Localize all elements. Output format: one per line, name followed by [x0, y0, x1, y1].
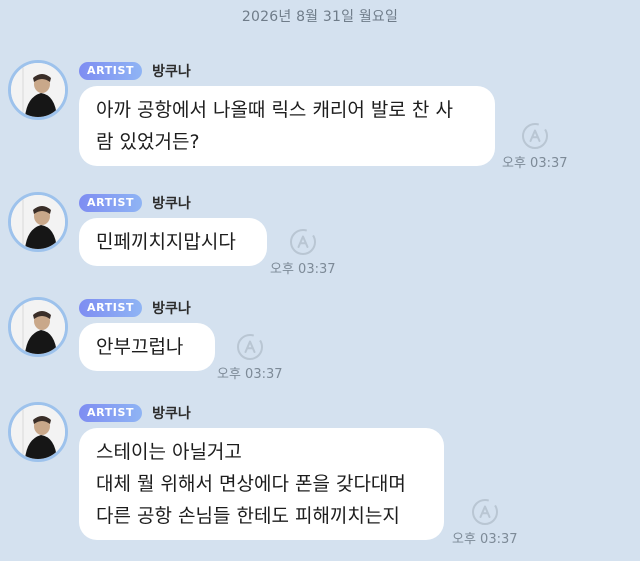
sender-name[interactable]: 방쿠나 [152, 193, 191, 213]
translate-icon[interactable] [521, 122, 549, 150]
translate-icon[interactable] [289, 228, 317, 256]
message-group: ARTIST 방쿠나 민페끼치지맙시다 오후 03:37 [8, 192, 632, 282]
translate-icon[interactable] [236, 333, 264, 361]
message-line: 안부끄럽나 [96, 336, 184, 358]
timestamp: 오후 03:37 [270, 262, 336, 277]
sender-row: ARTIST 방쿠나 [79, 404, 191, 422]
message-meta: 오후 03:37 [502, 122, 568, 171]
artist-badge: ARTIST [79, 62, 143, 80]
message-bubble[interactable]: 안부끄럽나 [79, 323, 215, 371]
sender-row: ARTIST 방쿠나 [79, 62, 191, 80]
sender-name[interactable]: 방쿠나 [152, 61, 191, 81]
sender-name[interactable]: 방쿠나 [152, 403, 191, 423]
message-line: 람 있었거든? [96, 131, 200, 153]
message-line: 다른 공항 손님들 한테도 피해끼치는지 [96, 505, 400, 527]
message-line: 스테이는 아닐거고 [96, 441, 242, 463]
message-line: 민페끼치지맙시다 [96, 231, 236, 253]
message-bubble[interactable]: 아까 공항에서 나올때 릭스 캐리어 발로 찬 사 람 있었거든? [79, 86, 495, 166]
message-line: 아까 공항에서 나올때 릭스 캐리어 발로 찬 사 [96, 99, 453, 121]
timestamp: 오후 03:37 [217, 367, 283, 382]
message-group: ARTIST 방쿠나 스테이는 아닐거고 대체 뭘 위해서 면상에다 폰을 갖다… [8, 402, 632, 552]
avatar[interactable] [8, 402, 68, 462]
message-meta: 오후 03:37 [452, 498, 518, 547]
artist-badge: ARTIST [79, 404, 143, 422]
sender-row: ARTIST 방쿠나 [79, 299, 191, 317]
timestamp: 오후 03:37 [502, 156, 568, 171]
person-avatar-icon [11, 63, 65, 117]
message-meta: 오후 03:37 [217, 333, 283, 382]
artist-badge: ARTIST [79, 299, 143, 317]
person-avatar-icon [11, 300, 65, 354]
avatar[interactable] [8, 297, 68, 357]
person-avatar-icon [11, 195, 65, 249]
timestamp: 오후 03:37 [452, 532, 518, 547]
message-bubble[interactable]: 스테이는 아닐거고 대체 뭘 위해서 면상에다 폰을 갖다대며 다른 공항 손님… [79, 428, 444, 540]
avatar[interactable] [8, 60, 68, 120]
message-group: ARTIST 방쿠나 안부끄럽나 오후 03:37 [8, 297, 632, 387]
person-avatar-icon [11, 405, 65, 459]
message-group: ARTIST 방쿠나 아까 공항에서 나올때 릭스 캐리어 발로 찬 사 람 있… [8, 60, 632, 175]
artist-badge: ARTIST [79, 194, 143, 212]
message-bubble[interactable]: 민페끼치지맙시다 [79, 218, 267, 266]
date-divider: 2026년 8월 31일 월요일 [241, 9, 399, 25]
message-meta: 오후 03:37 [270, 228, 336, 277]
sender-name[interactable]: 방쿠나 [152, 298, 191, 318]
avatar[interactable] [8, 192, 68, 252]
message-line: 대체 뭘 위해서 면상에다 폰을 갖다대며 [96, 473, 406, 495]
translate-icon[interactable] [471, 498, 499, 526]
sender-row: ARTIST 방쿠나 [79, 194, 191, 212]
